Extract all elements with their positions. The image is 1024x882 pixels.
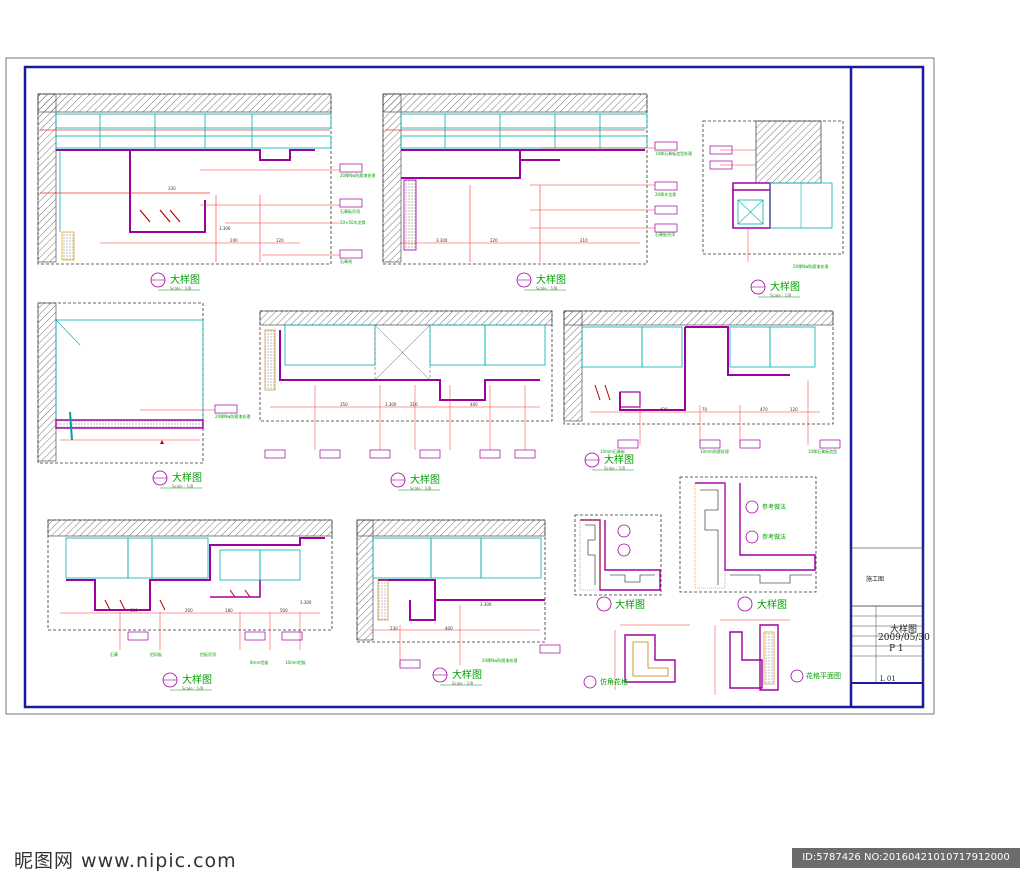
watermark-id-badge: ID:5787426 NO:20160421010717912000 bbox=[792, 848, 1020, 868]
detail-panel-1 bbox=[37, 93, 363, 291]
detail-title-2: 大样图 bbox=[536, 275, 566, 286]
title-block-sheet-name: 施工图 bbox=[866, 576, 885, 583]
detail-scale-5: Scale : 1/8 bbox=[410, 486, 432, 491]
title-block-cell-info bbox=[850, 605, 924, 684]
detail-scale-1: Scale : 1/8 bbox=[170, 286, 192, 291]
detail-title-3: 大样图 bbox=[770, 282, 800, 293]
detail-panel-8 bbox=[356, 519, 561, 686]
dim-p8-1: 230 bbox=[390, 626, 398, 631]
dim-p1-2: 240 bbox=[230, 238, 238, 243]
detail-panel-2 bbox=[382, 93, 678, 291]
detail-label-10: 仿角花格 bbox=[600, 678, 628, 686]
note-p1-4: 石膏线 bbox=[340, 259, 352, 264]
dim-p7-5: 3.300 bbox=[300, 600, 312, 605]
dim-p5-1: 350 bbox=[340, 402, 348, 407]
detail-panel-5 bbox=[259, 310, 553, 491]
detail-title-4: 大样图 bbox=[172, 473, 202, 484]
detail-scale-6: Scale : 1/8 bbox=[604, 466, 626, 471]
title-block-page: P 1 bbox=[889, 644, 904, 654]
detail-panel-11-plan bbox=[714, 619, 804, 695]
detail-title-9a: 大样图 bbox=[615, 600, 645, 611]
dim-p2-1: 220 bbox=[490, 238, 498, 243]
dim-p1-4: 3.300 bbox=[219, 226, 231, 231]
watermark-logo-text: 昵图网 www.nipic.com bbox=[14, 850, 237, 872]
dim-p7-2: 200 bbox=[185, 608, 193, 613]
note-p2-2: 20厚木龙骨 bbox=[655, 192, 677, 197]
note-p2-1: 10厚石膏板造型处理 bbox=[655, 151, 693, 156]
dim-p6-4: 120 bbox=[790, 407, 798, 412]
dim-p6-1: 420 bbox=[660, 407, 668, 412]
detail-panel-4 bbox=[37, 302, 238, 489]
detail-panel-9-fretwork bbox=[574, 476, 817, 612]
dim-p5-3: 400 bbox=[470, 402, 478, 407]
note-p1-2: 石膏板吊顶 bbox=[340, 209, 360, 214]
dim-p7-3: 180 bbox=[225, 608, 233, 613]
detail-scale-8: Scale : 1/8 bbox=[452, 681, 474, 686]
detail-title-5: 大样图 bbox=[410, 475, 440, 486]
cad-drawing-sheet: 大样图 Scale : 1/8 大样图 Scale : 1/8 大样图 Scal… bbox=[0, 0, 1024, 878]
note-p7-1: 石膏 bbox=[110, 652, 118, 657]
dim-p1-1: 330 bbox=[168, 186, 176, 191]
detail-scale-3: Scale : 1/8 bbox=[770, 293, 792, 298]
dim-p8-3: 3.300 bbox=[480, 602, 492, 607]
note-p8-1: 20厚Nw防腐漆处理 bbox=[482, 658, 518, 663]
dim-p7-4: 500 bbox=[280, 608, 288, 613]
detail-scale-7: Scale : 1/8 bbox=[182, 686, 204, 691]
detail-title-9b: 大样图 bbox=[757, 600, 787, 611]
title-block-cell-name bbox=[850, 547, 924, 607]
note-p2-3: 石膏板吊顶 bbox=[655, 232, 675, 237]
detail-label-11: 花格平面图 bbox=[806, 672, 841, 680]
detail-panel-3 bbox=[702, 120, 844, 298]
detail-title-1: 大样图 bbox=[170, 275, 200, 286]
note-p6-1: 10mm石膏板 bbox=[600, 449, 625, 454]
note-p3-1: 20厚Nw防腐漆处理 bbox=[793, 264, 829, 269]
note-p7-5: 10mm铝板 bbox=[285, 660, 306, 665]
drawing-canvas bbox=[5, 57, 935, 715]
dim-p1-3: 120 bbox=[276, 238, 284, 243]
title-block-date: 2009/05/30 bbox=[878, 633, 930, 643]
note-p7-4: 8mm铝板 bbox=[250, 660, 269, 665]
note-p9-2: 参考做法 bbox=[762, 534, 787, 541]
title-block-code: L 01 bbox=[880, 675, 896, 683]
detail-title-7: 大样图 bbox=[182, 675, 212, 686]
detail-panel-6 bbox=[563, 310, 841, 471]
dim-p5-4: 3.300 bbox=[385, 402, 397, 407]
detail-title-8: 大样图 bbox=[452, 670, 482, 681]
note-p9-1: 参考做法 bbox=[762, 504, 787, 511]
dim-p5-2: 310 bbox=[410, 402, 418, 407]
dim-p6-3: 470 bbox=[760, 407, 768, 412]
detail-scale-2: Scale : 1/8 bbox=[536, 286, 558, 291]
detail-scale-4: Scale : 1/8 bbox=[172, 484, 194, 489]
dim-p2-2: 210 bbox=[580, 238, 588, 243]
dim-p8-2: 400 bbox=[445, 626, 453, 631]
note-p6-2: 10mm防腐处理 bbox=[700, 449, 729, 454]
dim-p7-1: 600 bbox=[130, 608, 138, 613]
note-p1-1: 20厚Nw防腐漆处理 bbox=[340, 173, 376, 178]
note-p4-1: 20厚Nw防腐漆处理 bbox=[215, 414, 251, 419]
note-p6-3: 10厚石膏板造型 bbox=[808, 449, 838, 454]
note-p1-3: 50×50木龙骨 bbox=[340, 220, 366, 225]
dim-p2-3: 3.300 bbox=[436, 238, 448, 243]
dim-p6-2: 70 bbox=[702, 407, 708, 412]
note-p7-3: 铝板吊顶 bbox=[200, 652, 216, 657]
note-p7-2: 铝扣板 bbox=[150, 652, 162, 657]
